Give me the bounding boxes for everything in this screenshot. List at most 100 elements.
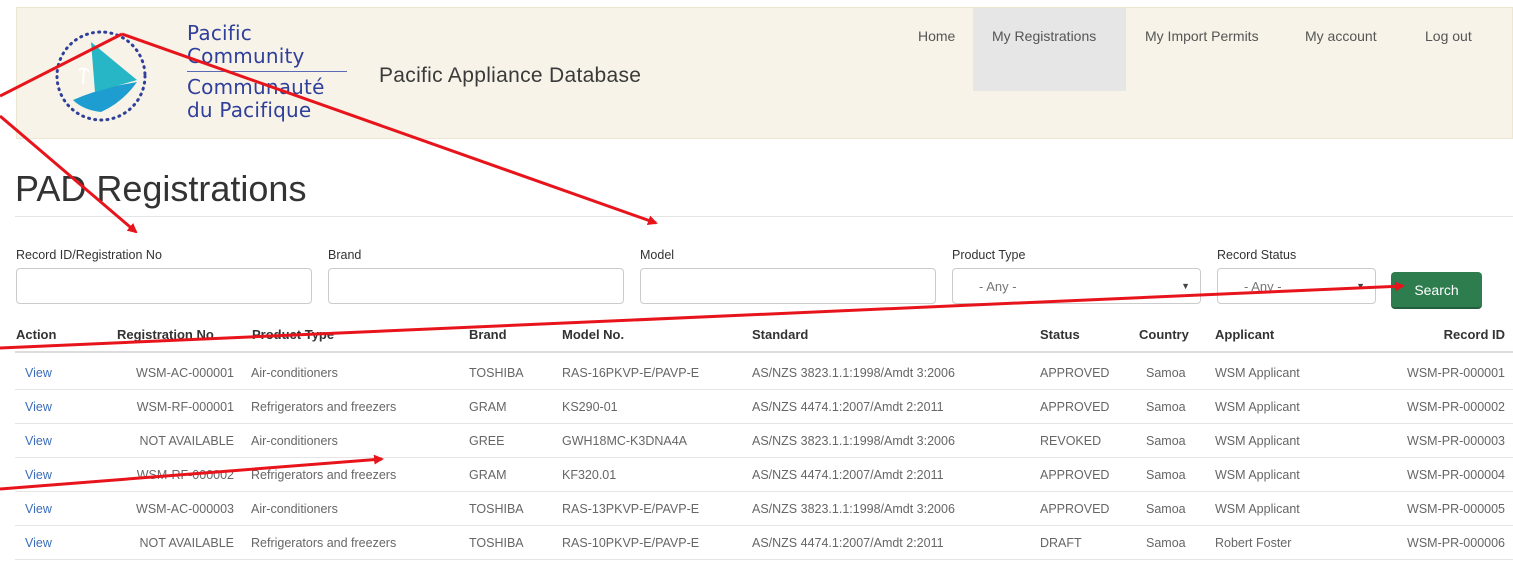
product-type-label: Product Type (952, 248, 1026, 262)
applicant-cell: Robert Foster (1215, 536, 1292, 550)
table-row: View WSM-RF-000001 Refrigerators and fre… (15, 390, 1513, 424)
model-no-cell: KS290-01 (562, 400, 618, 414)
model-label: Model (640, 248, 675, 262)
registration-no-cell: WSM-RF-000002 (136, 468, 234, 482)
product-type-select[interactable]: - Any - ▼ (952, 268, 1201, 304)
standard-cell: AS/NZS 3823.1.1:1998/Amdt 3:2006 (752, 502, 955, 516)
title-divider (15, 216, 1513, 217)
status-cell: APPROVED (1040, 400, 1110, 414)
record-id-cell: WSM-PR-000005 (1407, 502, 1505, 516)
model-no-cell: RAS-16PKVP-E/PAVP-E (562, 366, 700, 380)
standard-cell: AS/NZS 3823.1.1:1998/Amdt 3:2006 (752, 434, 955, 448)
table-row: View WSM-AC-000001 Air-conditioners TOSH… (15, 356, 1513, 390)
applicant-cell: WSM Applicant (1215, 502, 1300, 516)
brand-cell: TOSHIBA (469, 536, 524, 550)
brand-cell: GRAM (469, 468, 507, 482)
applicant-cell: WSM Applicant (1215, 468, 1300, 482)
model-no-cell: KF320.01 (562, 468, 617, 482)
country-cell: Samoa (1146, 468, 1186, 482)
model-no-cell: RAS-13PKVP-E/PAVP-E (562, 502, 700, 516)
country-cell: Samoa (1146, 400, 1186, 414)
nav-log-out[interactable]: Log out (1406, 8, 1512, 91)
standard-cell: AS/NZS 4474.1:2007/Amdt 2:2011 (752, 536, 944, 550)
nav-my-account[interactable]: My account (1286, 8, 1406, 91)
search-button[interactable]: Search (1391, 272, 1482, 309)
site-header: Pacific Community Communauté du Pacifiqu… (16, 7, 1513, 139)
product-type-cell: Refrigerators and freezers (251, 468, 397, 482)
model-input[interactable] (640, 268, 936, 304)
record-id-cell: WSM-PR-000004 (1407, 468, 1505, 482)
status-cell: APPROVED (1040, 366, 1110, 380)
nav-my-import-permits[interactable]: My Import Permits (1126, 8, 1286, 91)
applicant-cell: WSM Applicant (1215, 434, 1300, 448)
registration-no-cell: WSM-RF-000001 (136, 400, 234, 414)
record-status-select[interactable]: - Any - ▼ (1217, 268, 1376, 304)
model-no-cell: GWH18MC-K3DNA4A (562, 434, 688, 448)
nav-my-registrations[interactable]: My Registrations (973, 8, 1126, 91)
col-header-standard: Standard (752, 327, 809, 342)
record-status-label: Record Status (1217, 248, 1297, 262)
col-header-action: Action (16, 327, 57, 342)
record-id-cell: WSM-PR-000006 (1407, 536, 1505, 550)
main-nav: Home My Registrations My Import Permits … (899, 8, 1512, 91)
status-cell: DRAFT (1040, 536, 1082, 550)
logo-wordmark: Pacific Community Communauté du Pacifiqu… (187, 22, 347, 122)
record-id-cell: WSM-PR-000003 (1407, 434, 1505, 448)
view-link[interactable]: View (25, 536, 52, 550)
standard-cell: AS/NZS 3823.1.1:1998/Amdt 3:2006 (752, 366, 955, 380)
col-header-product-type: Product Type (252, 327, 335, 342)
record-id-input[interactable] (16, 268, 312, 304)
product-type-cell: Refrigerators and freezers (251, 400, 397, 414)
table-row: View WSM-RF-000002 Refrigerators and fre… (15, 458, 1513, 492)
col-header-model-no: Model No. (562, 327, 625, 342)
country-cell: Samoa (1146, 434, 1186, 448)
registration-no-cell: NOT AVAILABLE (139, 434, 235, 448)
brand-cell: TOSHIBA (469, 502, 524, 516)
registration-no-cell: WSM-AC-000001 (136, 366, 234, 380)
brand-label: Brand (328, 248, 362, 262)
country-cell: Samoa (1146, 536, 1186, 550)
site-title[interactable]: Pacific Appliance Database (379, 64, 641, 88)
logo-divider (187, 71, 347, 72)
model-no-cell: RAS-10PKVP-E/PAVP-E (562, 536, 700, 550)
country-cell: Samoa (1146, 366, 1186, 380)
table-row: View NOT AVAILABLE Refrigerators and fre… (15, 526, 1513, 560)
table-header-divider (15, 351, 1513, 353)
table-row: View NOT AVAILABLE Air-conditioners GREE… (15, 424, 1513, 458)
country-cell: Samoa (1146, 502, 1186, 516)
brand-cell: TOSHIBA (469, 366, 524, 380)
col-header-registration-no: Registration No. (117, 327, 218, 342)
col-header-country: Country (1139, 327, 1189, 342)
col-header-record-id: Record ID (1443, 327, 1505, 342)
col-header-status: Status (1040, 327, 1080, 342)
record-status-selected-value: - Any - (1244, 279, 1282, 294)
registration-no-cell: NOT AVAILABLE (139, 536, 235, 550)
product-type-cell: Air-conditioners (251, 434, 338, 448)
view-link[interactable]: View (25, 468, 52, 482)
applicant-cell: WSM Applicant (1215, 366, 1300, 380)
applicant-cell: WSM Applicant (1215, 400, 1300, 414)
standard-cell: AS/NZS 4474.1:2007/Amdt 2:2011 (752, 400, 944, 414)
view-link[interactable]: View (25, 434, 52, 448)
view-link[interactable]: View (25, 400, 52, 414)
product-type-cell: Air-conditioners (251, 366, 338, 380)
table-row: View WSM-AC-000003 Air-conditioners TOSH… (15, 492, 1513, 526)
caret-down-icon: ▼ (1181, 281, 1190, 291)
brand-cell: GREE (469, 434, 505, 448)
record-id-cell: WSM-PR-000001 (1407, 366, 1505, 380)
product-type-cell: Refrigerators and freezers (251, 536, 397, 550)
pacific-community-emblem-icon[interactable] (51, 22, 151, 130)
brand-cell: GRAM (469, 400, 507, 414)
view-link[interactable]: View (25, 502, 52, 516)
col-header-applicant: Applicant (1215, 327, 1275, 342)
status-cell: APPROVED (1040, 502, 1110, 516)
status-cell: APPROVED (1040, 468, 1110, 482)
brand-input[interactable] (328, 268, 624, 304)
view-link[interactable]: View (25, 366, 52, 380)
standard-cell: AS/NZS 4474.1:2007/Amdt 2:2011 (752, 468, 944, 482)
nav-home[interactable]: Home (899, 8, 973, 91)
page-title: PAD Registrations (15, 168, 307, 209)
product-type-cell: Air-conditioners (251, 502, 338, 516)
col-header-brand: Brand (469, 327, 507, 342)
logo-line-du-pacifique: du Pacifique (187, 98, 312, 122)
